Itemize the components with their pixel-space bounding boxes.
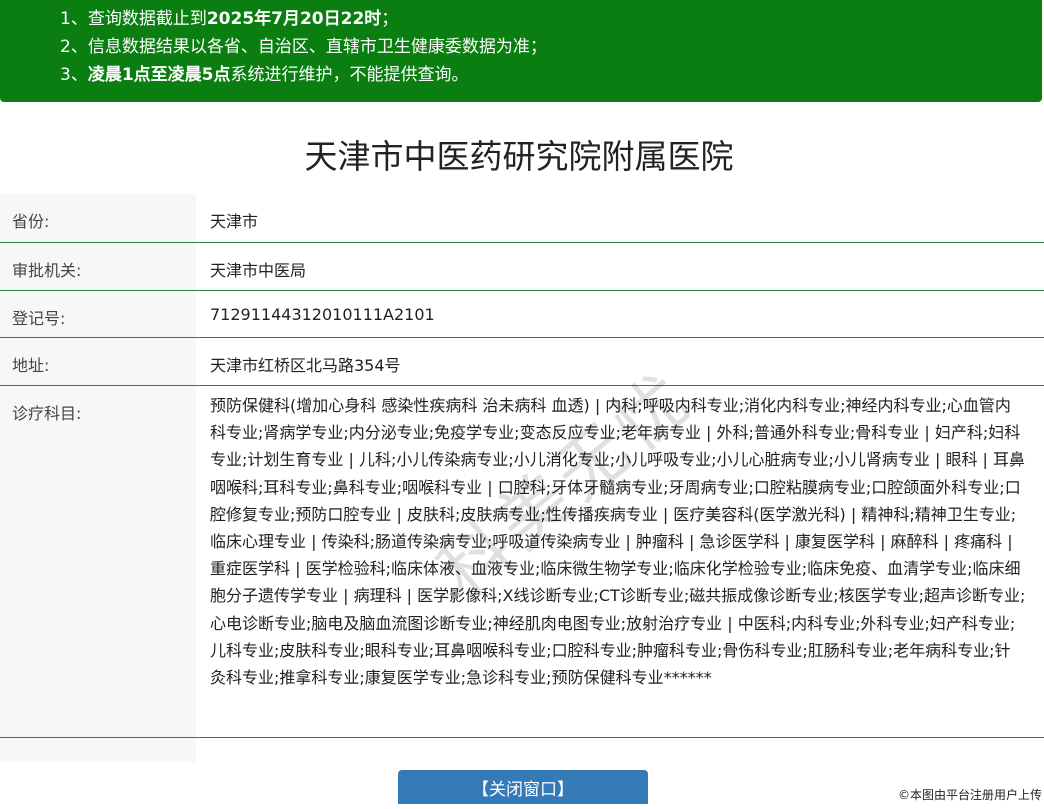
notice-line-3: 3、凌晨1点至凌晨5点系统进行维护，不能提供查询。 [60, 65, 469, 85]
notice-banner: 1、查询数据截止到2025年7月20日22时； 2、信息数据结果以各省、自治区、… [0, 0, 1042, 102]
authority-label: 审批机关: [0, 243, 196, 290]
departments-label: 诊疗科目: [0, 386, 196, 737]
notice-maintenance-time: 凌晨1点至凌晨5点 [87, 65, 231, 85]
close-window-button[interactable]: 【关闭窗口】 [398, 770, 648, 804]
departments-value: 预防保健科(增加心身科 感染性疾病科 治未病科 血透) | 内科;呼吸内科专业;… [210, 396, 1026, 688]
registration-row: 登记号: 71291144312010111A2101 [0, 291, 1044, 338]
notice-deadline: 2025年7月20日22时 [206, 9, 382, 29]
notice-line-2: 2、信息数据结果以各省、自治区、直辖市卫生健康委数据为准； [60, 37, 547, 57]
next-row-partial [0, 738, 1044, 762]
address-label: 地址: [0, 338, 196, 385]
authority-value: 天津市中医局 [210, 261, 307, 280]
registration-value: 71291144312010111A2101 [210, 305, 435, 324]
address-value: 天津市红桥区北马路354号 [210, 356, 401, 375]
registration-label: 登记号: [0, 291, 196, 337]
info-table: 省份: 天津市 审批机关: 天津市中医局 登记号: 71291144312010… [0, 194, 1044, 762]
notice-line-1: 1、查询数据截止到2025年7月20日22时； [60, 9, 399, 29]
source-credit: ©本图由平台注册用户上传 [897, 788, 1042, 802]
province-row: 省份: 天津市 [0, 194, 1044, 243]
address-row: 地址: 天津市红桥区北马路354号 [0, 338, 1044, 386]
hospital-title: 天津市中医药研究院附属医院 [304, 137, 734, 176]
next-row-label [0, 738, 196, 762]
departments-row: 诊疗科目: 预防保健科(增加心身科 感染性疾病科 治未病科 血透) | 内科;呼… [0, 386, 1044, 738]
authority-row: 审批机关: 天津市中医局 [0, 243, 1044, 291]
province-value: 天津市 [210, 212, 259, 231]
province-label: 省份: [0, 194, 196, 242]
